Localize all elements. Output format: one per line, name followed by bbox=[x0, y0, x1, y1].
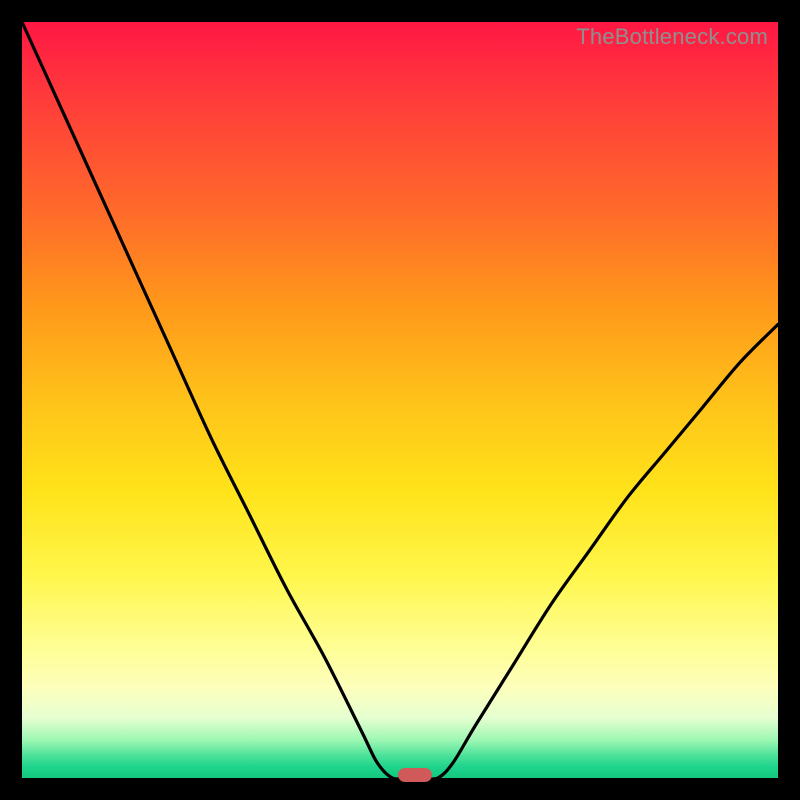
watermark-text: TheBottleneck.com bbox=[576, 24, 768, 50]
chart-frame: TheBottleneck.com bbox=[0, 0, 800, 800]
plot-area: TheBottleneck.com bbox=[22, 22, 778, 778]
optimum-marker bbox=[398, 768, 432, 782]
bottleneck-curve bbox=[22, 22, 778, 778]
